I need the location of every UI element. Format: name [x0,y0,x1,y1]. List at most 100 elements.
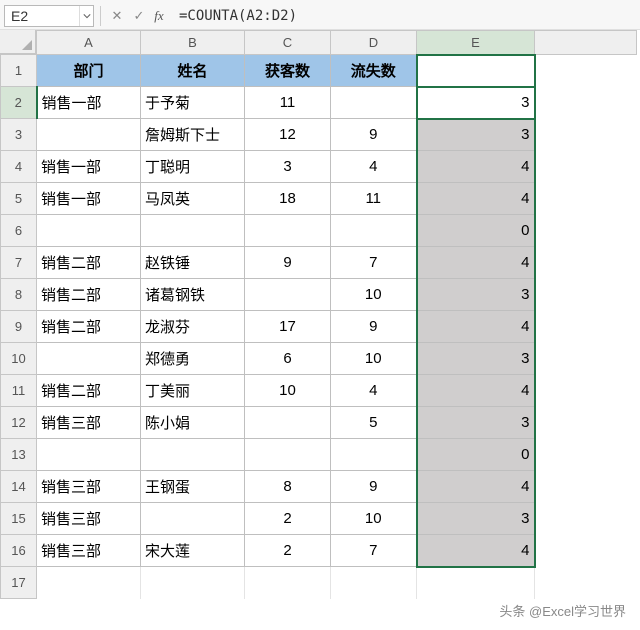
cell-B2[interactable]: 于予菊 [141,87,245,119]
cell-E8[interactable]: 3 [417,279,535,311]
cell-D15[interactable]: 10 [331,503,417,535]
cell-C13[interactable] [245,439,331,471]
cell-B9[interactable]: 龙淑芬 [141,311,245,343]
cell-A14[interactable]: 销售三部 [37,471,141,503]
cell-A2[interactable]: 销售一部 [37,87,141,119]
cell-E16[interactable]: 4 [417,535,535,567]
cell-C16[interactable]: 2 [245,535,331,567]
cell-D8[interactable]: 10 [331,279,417,311]
cell-A4[interactable]: 销售一部 [37,151,141,183]
cell-A10[interactable] [37,343,141,375]
col-header-D[interactable]: D [331,31,417,55]
cell-C5[interactable]: 18 [245,183,331,215]
cell-pad-4[interactable] [535,151,637,183]
cell-D7[interactable]: 7 [331,247,417,279]
cell-C12[interactable] [245,407,331,439]
col-header-E[interactable]: E [417,31,535,55]
cell-A5[interactable]: 销售一部 [37,183,141,215]
cell-B3[interactable]: 詹姆斯下士 [141,119,245,151]
cell-pad-6[interactable] [535,215,637,247]
cell-pad-13[interactable] [535,439,637,471]
row-header-6[interactable]: 6 [1,215,37,247]
cell-D17[interactable] [331,567,417,599]
row-header-15[interactable]: 15 [1,503,37,535]
cell-C17[interactable] [245,567,331,599]
cell-C11[interactable]: 10 [245,375,331,407]
cell-E13[interactable]: 0 [417,439,535,471]
confirm-formula-button[interactable]: ✓ [129,6,149,26]
cell-B10[interactable]: 郑德勇 [141,343,245,375]
row-header-10[interactable]: 10 [1,343,37,375]
cell-A7[interactable]: 销售二部 [37,247,141,279]
col-header-A[interactable]: A [37,31,141,55]
cell-pad-17[interactable] [535,567,637,599]
cell-E2[interactable]: 3 [417,87,535,119]
cancel-formula-button[interactable]: ✕ [107,6,127,26]
row-header-4[interactable]: 4 [1,151,37,183]
row-header-16[interactable]: 16 [1,535,37,567]
cell-D12[interactable]: 5 [331,407,417,439]
cell-C15[interactable]: 2 [245,503,331,535]
cell-pad-9[interactable] [535,311,637,343]
cell-B7[interactable]: 赵铁锤 [141,247,245,279]
cell-B6[interactable] [141,215,245,247]
cell-E6[interactable]: 0 [417,215,535,247]
cell-B1[interactable]: 姓名 [141,55,245,87]
cell-A15[interactable]: 销售三部 [37,503,141,535]
name-box-dropdown[interactable] [79,6,93,26]
cell-B14[interactable]: 王钢蛋 [141,471,245,503]
cell-E11[interactable]: 4 [417,375,535,407]
cell-B16[interactable]: 宋大莲 [141,535,245,567]
row-header-5[interactable]: 5 [1,183,37,215]
name-box[interactable] [5,6,79,26]
cell-pad-3[interactable] [535,119,637,151]
cell-B15[interactable] [141,503,245,535]
cell-pad-7[interactable] [535,247,637,279]
row-header-11[interactable]: 11 [1,375,37,407]
cell-C3[interactable]: 12 [245,119,331,151]
cell-D3[interactable]: 9 [331,119,417,151]
cell-D16[interactable]: 7 [331,535,417,567]
cell-C8[interactable] [245,279,331,311]
row-header-9[interactable]: 9 [1,311,37,343]
cell-A16[interactable]: 销售三部 [37,535,141,567]
cell-pad-11[interactable] [535,375,637,407]
cell-pad-1[interactable] [535,55,637,87]
cell-B8[interactable]: 诸葛钢铁 [141,279,245,311]
row-header-1[interactable]: 1 [1,55,37,87]
cell-D11[interactable]: 4 [331,375,417,407]
row-header-7[interactable]: 7 [1,247,37,279]
cell-C4[interactable]: 3 [245,151,331,183]
cell-pad-16[interactable] [535,535,637,567]
cell-E3[interactable]: 3 [417,119,535,151]
cell-A13[interactable] [37,439,141,471]
cell-B4[interactable]: 丁聪明 [141,151,245,183]
cell-B5[interactable]: 马凤英 [141,183,245,215]
row-header-17[interactable]: 17 [1,567,37,599]
cell-pad-14[interactable] [535,471,637,503]
cell-A3[interactable] [37,119,141,151]
row-header-14[interactable]: 14 [1,471,37,503]
cell-pad-5[interactable] [535,183,637,215]
insert-function-button[interactable]: fx [151,6,171,26]
cell-A9[interactable]: 销售二部 [37,311,141,343]
row-header-13[interactable]: 13 [1,439,37,471]
cell-D9[interactable]: 9 [331,311,417,343]
cell-D4[interactable]: 4 [331,151,417,183]
cell-D6[interactable] [331,215,417,247]
cell-pad-12[interactable] [535,407,637,439]
cell-pad-10[interactable] [535,343,637,375]
cell-E1[interactable] [417,55,535,87]
cell-D5[interactable]: 11 [331,183,417,215]
cell-B12[interactable]: 陈小娟 [141,407,245,439]
formula-bar-input[interactable] [177,5,636,27]
cell-A12[interactable]: 销售三部 [37,407,141,439]
row-header-3[interactable]: 3 [1,119,37,151]
cell-E4[interactable]: 4 [417,151,535,183]
cell-A1[interactable]: 部门 [37,55,141,87]
cell-C10[interactable]: 6 [245,343,331,375]
select-all-corner[interactable] [0,30,36,54]
cell-E14[interactable]: 4 [417,471,535,503]
cell-B13[interactable] [141,439,245,471]
cell-D10[interactable]: 10 [331,343,417,375]
